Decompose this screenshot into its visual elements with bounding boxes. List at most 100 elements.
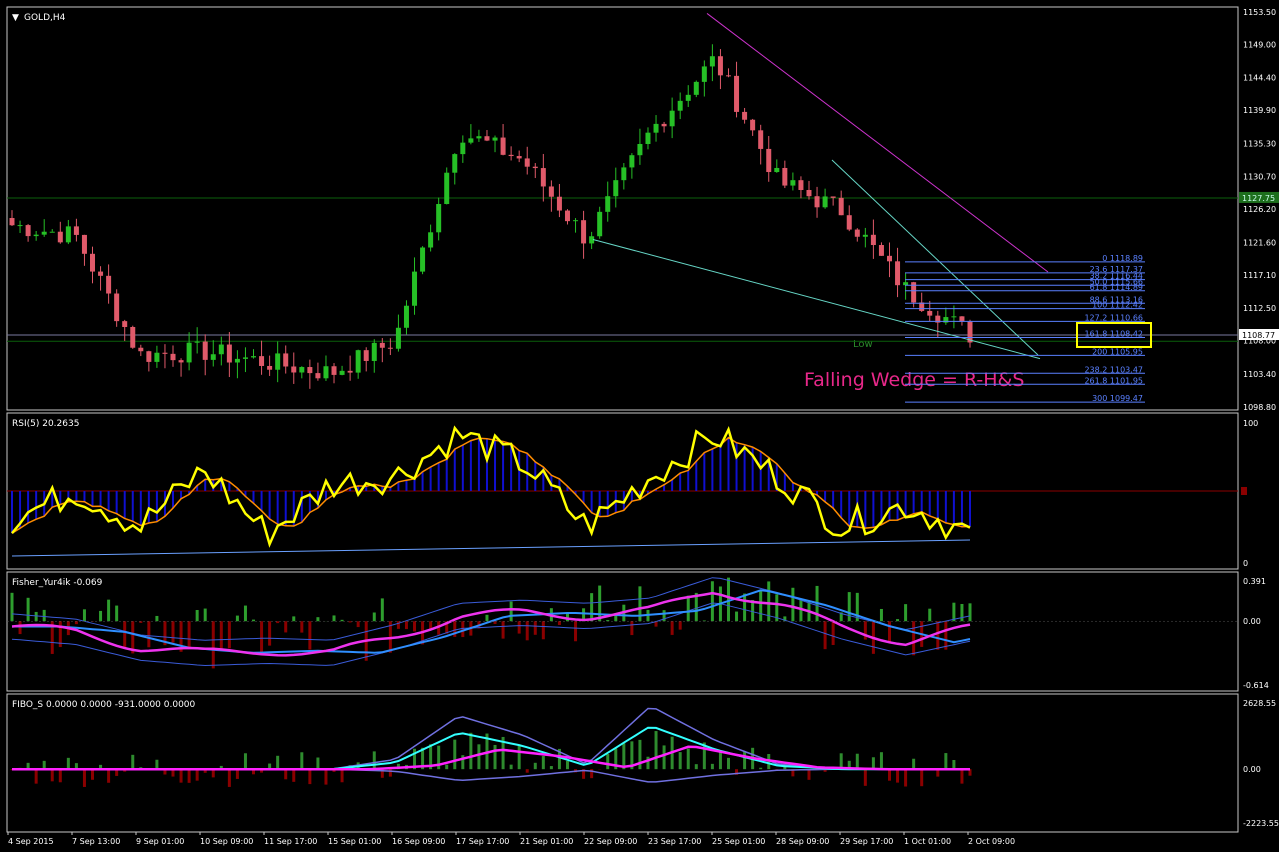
candle-body <box>154 352 160 362</box>
candle-body <box>339 370 345 375</box>
fibo-title: FIBO_S 0.0000 0.0000 -931.0000 0.0000 <box>12 700 196 710</box>
rsi-ma-line <box>11 436 971 534</box>
candle-body <box>363 350 369 361</box>
price-axis-label: 1130.70 <box>1243 173 1276 182</box>
candle-body <box>234 358 240 363</box>
fisher-scale-label: -0.614 <box>1243 681 1269 690</box>
time-axis-label: 17 Sep 17:00 <box>456 837 509 846</box>
candle-body <box>532 166 538 169</box>
candle-body <box>862 234 868 237</box>
candle-body <box>685 94 691 101</box>
candle-body <box>259 356 265 366</box>
candle-body <box>524 158 530 167</box>
candle-body <box>564 210 570 222</box>
time-axis-label: 9 Sep 01:00 <box>136 837 184 846</box>
candle-body <box>138 347 144 352</box>
fib-level-label: 100 1112.42 <box>1092 301 1143 310</box>
price-axis-label: 1149.00 <box>1243 40 1276 49</box>
candle-body <box>500 137 506 155</box>
candle-body <box>468 138 474 143</box>
candle-body <box>516 156 522 159</box>
candle-body <box>734 75 740 112</box>
candle-body <box>895 261 901 286</box>
time-axis-label: 29 Sep 17:00 <box>840 837 893 846</box>
candle-body <box>395 327 401 349</box>
rsi-scale-label: 100 <box>1243 419 1258 428</box>
wedge-lower-line <box>592 238 1041 360</box>
candle-body <box>371 342 377 361</box>
price-axis-label: 1135.30 <box>1243 139 1276 148</box>
candle-body <box>645 132 651 144</box>
time-axis-label: 2 Oct 09:00 <box>968 837 1015 846</box>
candle-body <box>492 137 498 141</box>
window-menu-icon[interactable]: ▼ <box>12 13 19 23</box>
candle-body <box>17 225 23 227</box>
candle-body <box>436 204 442 233</box>
time-axis-label: 16 Sep 09:00 <box>392 837 445 846</box>
candle-body <box>186 342 192 363</box>
candle-body <box>90 253 96 272</box>
candle-body <box>774 167 780 173</box>
price-axis-label: 1126.20 <box>1243 205 1276 214</box>
candle-body <box>355 350 361 373</box>
fib-level-label: 261.8 1101.95 <box>1084 376 1143 385</box>
candle-body <box>548 186 554 197</box>
candle-body <box>540 168 546 187</box>
candle-body <box>701 66 707 82</box>
candle-body <box>41 231 47 235</box>
candle-body <box>951 316 957 318</box>
candle-body <box>291 366 297 373</box>
candle-body <box>114 293 120 322</box>
candle-body <box>210 354 216 360</box>
wedge-inner-line <box>831 159 1039 356</box>
fib-level-label: 300 1099.47 <box>1092 394 1143 403</box>
candle-body <box>57 231 63 243</box>
candle-body <box>242 357 248 359</box>
fib-level-label: 127.2 1110.66 <box>1084 313 1143 322</box>
time-axis-label: 22 Sep 09:00 <box>584 837 637 846</box>
candle-body <box>9 218 15 226</box>
candle-body <box>653 123 659 133</box>
candle-body <box>886 255 892 262</box>
candle-body <box>178 360 184 363</box>
candle-body <box>452 154 458 173</box>
candle-body <box>693 81 699 95</box>
candle-body <box>106 275 112 294</box>
candle-body <box>98 271 104 276</box>
candle-body <box>669 110 675 127</box>
candle-body <box>629 155 635 168</box>
candle-body <box>782 167 788 186</box>
fisher-band-lower <box>11 602 971 667</box>
candle-body <box>218 344 224 355</box>
rsi-level-marker <box>1241 487 1247 495</box>
fib-level-label: 0 1118.89 <box>1102 254 1143 263</box>
price-tag-green-label: 1127.75 <box>1242 194 1275 203</box>
candle-body <box>387 347 393 349</box>
candle-body <box>267 365 273 370</box>
pattern-annotation: Falling Wedge = R-H&S <box>804 369 1024 391</box>
candle-body <box>637 143 643 156</box>
fibo-scale-label: 0.00 <box>1243 765 1261 774</box>
fib-level-label: 238.2 1103.47 <box>1084 365 1143 374</box>
candle-body <box>460 142 466 155</box>
time-axis-label: 15 Sep 01:00 <box>328 837 381 846</box>
fisher-scale-label: 0.00 <box>1243 617 1261 626</box>
candle-body <box>709 56 715 67</box>
candle-body <box>25 225 31 237</box>
candle-body <box>766 148 772 173</box>
candle-body <box>717 56 723 76</box>
fisher-scale-label: 0.391 <box>1243 577 1266 586</box>
candle-body <box>428 232 434 248</box>
chart-window: ▼ GOLD,H4 RSI(5) 20.2635 Fisher_Yur4ik -… <box>0 0 1279 848</box>
fisher-panel-frame <box>6 571 1239 692</box>
fib-level-label: 200 1105.95 <box>1092 347 1143 356</box>
candle-body <box>170 353 176 361</box>
wedge-upper-line <box>706 13 1049 273</box>
price-axis-label: 1098.80 <box>1243 403 1276 412</box>
candle-body <box>323 366 329 379</box>
candle-body <box>315 373 321 379</box>
chart-svg[interactable]: ▼ GOLD,H4 RSI(5) 20.2635 Fisher_Yur4ik -… <box>0 0 1279 848</box>
time-axis-label: 7 Sep 13:00 <box>72 837 120 846</box>
candle-body <box>476 136 482 139</box>
current-price-label: 1108.77 <box>1242 331 1275 340</box>
